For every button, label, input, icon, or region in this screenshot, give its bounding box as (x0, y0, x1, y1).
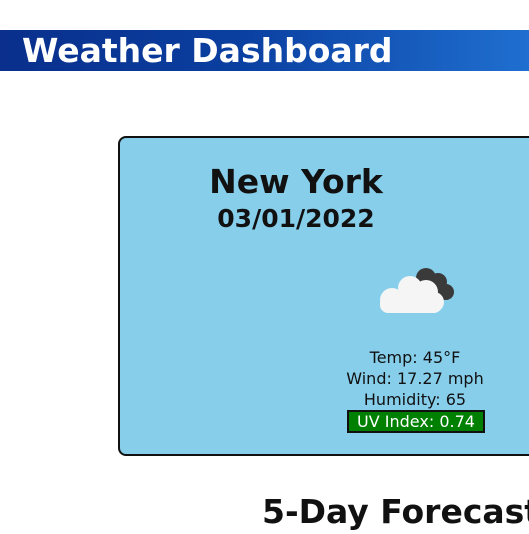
humidity-text: Humidity: 65 (363, 390, 467, 409)
page-title: Weather Dashboard (22, 31, 393, 70)
temperature-text: Temp: 45°F (369, 348, 461, 367)
uv-index-badge: UV Index: 0.74 (347, 410, 485, 433)
forecast-heading: 5-Day Forecast (262, 492, 529, 531)
page-header: Weather Dashboard (0, 30, 529, 71)
partly-cloudy-icon (376, 264, 456, 316)
city-name: New York (209, 162, 383, 201)
wind-text: Wind: 17.27 mph (346, 369, 484, 388)
current-date: 03/01/2022 (217, 204, 375, 233)
